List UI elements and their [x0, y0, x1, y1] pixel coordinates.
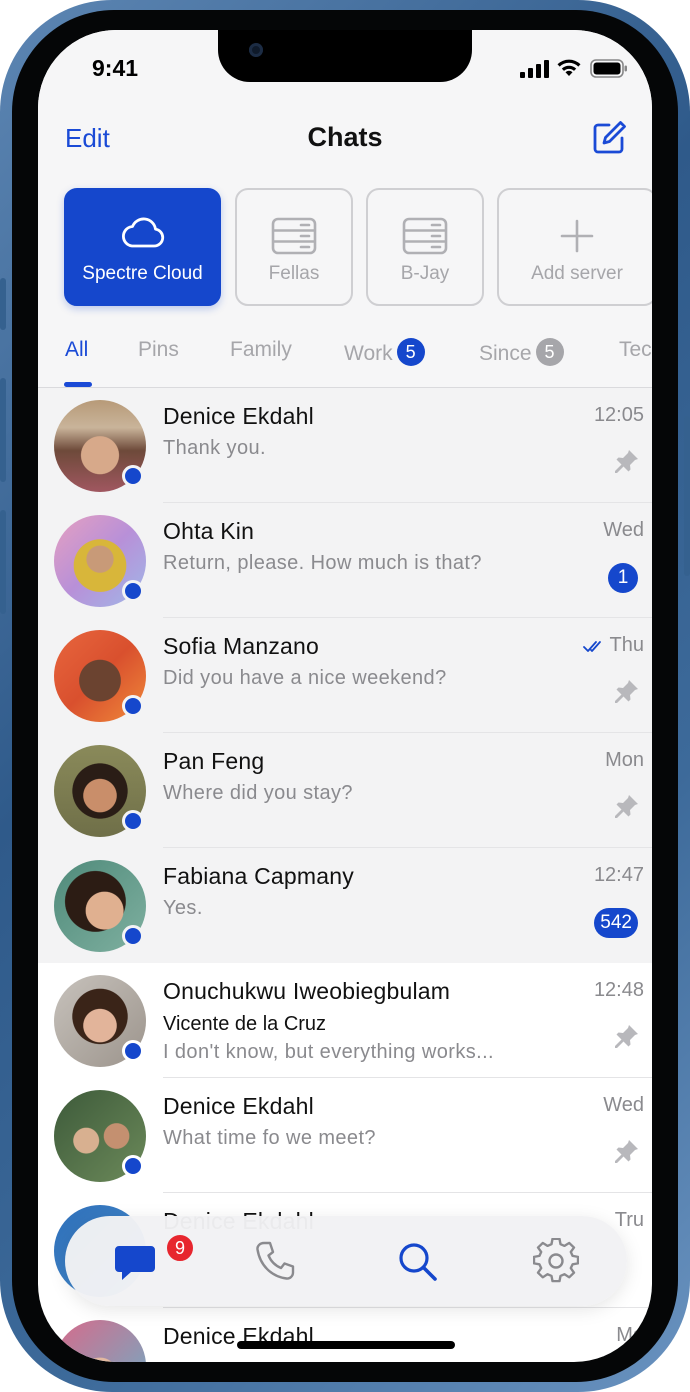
online-status-dot — [122, 1040, 144, 1062]
cloud-icon — [121, 217, 164, 248]
chat-time: 12:47 — [593, 864, 644, 886]
chat-time: Wed — [603, 1094, 644, 1116]
chat-name: Fabiana Capmany — [163, 863, 354, 889]
chat-name: Denice Ekdahl — [163, 403, 314, 429]
phone-frame: 9:41 Chats Edit Spectre Cloud Fellas B-J… — [0, 0, 690, 1392]
server-label: Add server — [531, 263, 623, 284]
chat-row[interactable]: Denice Ekdahl What time fo we meet? Wed — [38, 1078, 652, 1193]
page-title: Chats — [307, 122, 383, 152]
tab-label: Work — [344, 342, 393, 365]
online-status-dot — [122, 810, 144, 832]
notch — [218, 30, 472, 82]
add-server-button[interactable]: Add server — [497, 188, 652, 306]
chat-time: 12:48 — [593, 979, 644, 1001]
chat-time: 12:05 — [593, 404, 644, 426]
unread-count-badge: 542 — [594, 908, 638, 938]
tab-work[interactable]: Work 5 — [344, 338, 425, 366]
chat-preview: Yes. — [163, 897, 203, 919]
avatar — [54, 1320, 146, 1362]
unread-count-badge: 1 — [608, 563, 638, 593]
chat-name: Ohta Kin — [163, 518, 255, 544]
chat-name: Denice Ekdahl — [163, 1093, 314, 1119]
chat-row[interactable]: Denice Ekdahl Thank you. 12:05 — [38, 388, 652, 503]
chat-name: Sofia Manzano — [163, 633, 320, 659]
mute-switch — [0, 278, 6, 330]
cellular-signal-icon — [520, 60, 549, 78]
server-card-fellas[interactable]: Fellas — [235, 188, 353, 306]
chat-row[interactable]: Pan Feng Where did you stay? Mon — [38, 733, 652, 848]
server-card-spectre-cloud[interactable]: Spectre Cloud — [64, 188, 221, 306]
tab-label: All — [65, 338, 89, 361]
tab-family[interactable]: Family — [230, 338, 292, 362]
filter-tabs: All Pins Family Work 5 Since 5 Tec — [38, 330, 652, 388]
server-label: Fellas — [268, 263, 320, 284]
online-status-dot — [122, 465, 144, 487]
server-card-b-jay[interactable]: B-Jay — [366, 188, 484, 306]
tab-label: Pins — [138, 338, 179, 361]
tab-tec[interactable]: Tec — [619, 338, 652, 362]
chat-row[interactable]: Denice Ekdahl Mo — [38, 1308, 652, 1362]
chat-preview: Where did you stay? — [163, 782, 353, 804]
home-indicator[interactable] — [237, 1341, 455, 1349]
online-status-dot — [122, 580, 144, 602]
tab-badge: 5 — [535, 338, 564, 366]
tab-label: Tec — [619, 338, 652, 361]
power-button — [684, 416, 690, 576]
server-label: Spectre Cloud — [82, 263, 203, 284]
plus-icon — [560, 219, 594, 253]
chat-time: Mon — [605, 749, 644, 771]
volume-up-button — [0, 378, 6, 482]
tab-since[interactable]: Since 5 — [479, 338, 564, 366]
chat-row[interactable]: Fabiana Capmany Yes. 12:47 542 — [38, 848, 652, 963]
status-time: 9:41 — [92, 55, 139, 81]
phone-icon[interactable] — [252, 1238, 298, 1284]
pin-icon — [615, 1025, 638, 1048]
chat-sender: Vicente de la Cruz — [163, 1013, 327, 1035]
tab-label: Since — [479, 342, 532, 365]
server-icon — [271, 217, 317, 255]
server-label: B-Jay — [400, 263, 450, 284]
chat-name: Onuchukwu Iweobiegbulam — [163, 978, 451, 1004]
server-icon — [402, 217, 448, 255]
pin-icon — [615, 1140, 638, 1163]
wifi-icon — [557, 59, 581, 76]
compose-icon[interactable] — [590, 119, 628, 157]
front-camera — [249, 43, 263, 57]
search-icon[interactable] — [394, 1238, 440, 1284]
chat-row[interactable]: Sofia Manzano Did you have a nice weeken… — [38, 618, 652, 733]
edit-button[interactable]: Edit — [65, 123, 110, 154]
chat-row[interactable]: Onuchukwu Iweobiegbulam Vicente de la Cr… — [38, 963, 652, 1078]
read-receipt-icon — [583, 641, 601, 652]
chat-time: Thu — [609, 634, 644, 656]
chat-name: Pan Feng — [163, 748, 265, 774]
chat-preview: What time fo we meet? — [163, 1127, 376, 1149]
tab-label: Family — [230, 338, 292, 361]
screen: 9:41 Chats Edit Spectre Cloud Fellas B-J… — [38, 30, 652, 1362]
chat-preview: I don't know, but everything works... — [163, 1041, 495, 1063]
online-status-dot — [122, 925, 144, 947]
chat-time: Mo — [616, 1324, 644, 1346]
chat-time: Tru — [614, 1209, 644, 1231]
tab-badge: 5 — [396, 338, 425, 366]
pin-icon — [615, 795, 638, 818]
chat-preview: Thank you. — [163, 437, 266, 459]
battery-icon — [590, 59, 627, 78]
pin-icon — [615, 680, 638, 703]
chat-preview: Did you have a nice weekend? — [163, 667, 447, 689]
online-status-dot — [122, 1155, 144, 1177]
tab-pins[interactable]: Pins — [138, 338, 179, 362]
tab-all[interactable]: All — [65, 338, 88, 362]
bottom-tab-bar: 9 — [65, 1216, 627, 1306]
online-status-dot — [122, 695, 144, 717]
chat-preview: Return, please. How much is that? — [163, 552, 482, 574]
volume-down-button — [0, 510, 6, 614]
chat-row[interactable]: Ohta Kin Return, please. How much is tha… — [38, 503, 652, 618]
settings-icon[interactable] — [533, 1238, 579, 1284]
chats-badge: 9 — [165, 1233, 195, 1263]
chat-time: Wed — [603, 519, 644, 541]
pin-icon — [615, 450, 638, 473]
chats-icon[interactable] — [113, 1238, 159, 1284]
